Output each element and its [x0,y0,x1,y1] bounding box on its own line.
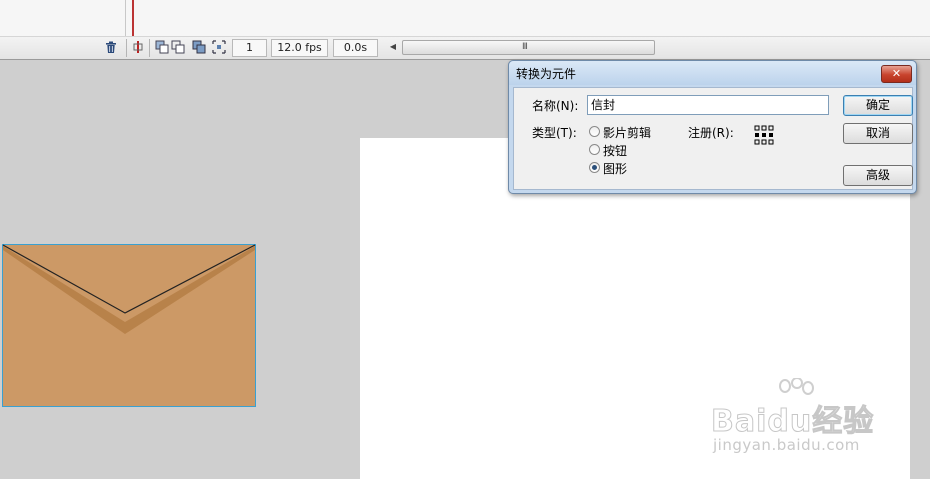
elapsed-time-field: 0.0s [333,39,378,57]
dialog-body: 名称(N): 信封 类型(T): 影片剪辑 按钮 图形 注册(R): 确定 取消… [513,87,913,190]
type-label: 类型(T): [532,126,577,140]
close-button[interactable]: ✕ [881,65,912,83]
dialog-titlebar[interactable]: 转换为元件 ✕ [509,61,916,85]
envelope-graphic[interactable] [2,244,256,407]
edit-multiple-frames-icon[interactable] [192,40,206,54]
center-frame-icon[interactable] [131,40,145,54]
convert-to-symbol-dialog: 转换为元件 ✕ 名称(N): 信封 类型(T): 影片剪辑 按钮 图形 注册(R… [508,60,917,194]
cancel-button[interactable]: 取消 [843,123,913,144]
radio-movie-clip-label[interactable]: 影片剪辑 [603,124,651,141]
scrollbar-grip[interactable]: III [522,42,528,52]
baidu-jingyan-watermark: Baidu经验 jingyan.baidu.com [703,378,883,460]
name-label: 名称(N): [532,99,579,113]
playhead[interactable] [132,0,134,36]
toolbar-separator [149,39,150,57]
dialog-title: 转换为元件 [516,67,577,81]
current-frame-field[interactable]: 1 [232,39,267,57]
modify-onion-markers-icon[interactable] [212,40,226,54]
radio-movie-clip[interactable] [589,126,600,137]
advanced-button[interactable]: 高级 [843,165,913,186]
onion-skin-icon[interactable] [155,40,169,54]
timeline-toolbar: 1 12.0 fps 0.0s ◀ III [0,36,930,60]
timeline-divider [125,0,126,36]
radio-button-type[interactable] [589,144,600,155]
ok-button[interactable]: 确定 [843,95,913,116]
timeline-horizontal-scrollbar[interactable]: III [402,40,655,55]
watermark-brand: Baidu经验 [710,404,875,440]
frame-rate-field[interactable]: 12.0 fps [271,39,328,57]
radio-button-type-label[interactable]: 按钮 [603,142,627,159]
timeline-frames-area[interactable] [0,0,930,36]
scroll-left-arrow-icon[interactable]: ◀ [388,42,398,52]
radio-graphic[interactable] [589,162,600,173]
registration-label: 注册(R): [688,126,734,140]
toolbar-separator [126,39,127,57]
radio-graphic-label[interactable]: 图形 [603,160,627,177]
watermark-url: jingyan.baidu.com [713,436,860,454]
registration-grid-icon[interactable] [754,125,774,145]
symbol-name-input[interactable]: 信封 [587,95,829,115]
trash-icon[interactable] [104,40,118,54]
onion-skin-outlines-icon[interactable] [171,40,185,54]
